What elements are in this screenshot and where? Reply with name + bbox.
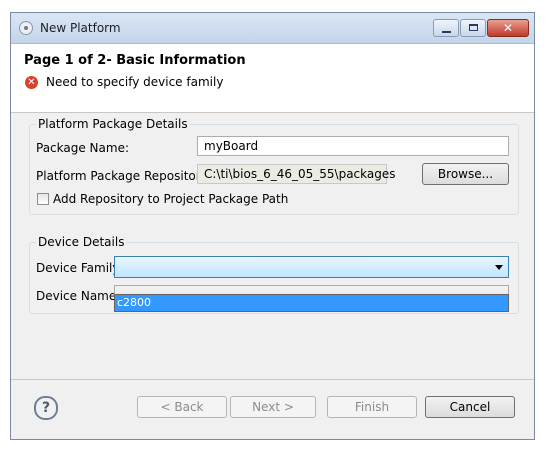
footer-divider	[11, 379, 534, 380]
close-icon: ✕	[502, 21, 514, 35]
group-label: Platform Package Details	[36, 117, 190, 131]
dropdown-option[interactable]: c2800	[115, 295, 508, 311]
next-button[interactable]: Next >	[230, 396, 316, 418]
device-family-label: Device Family	[36, 261, 120, 275]
platform-icon	[19, 21, 33, 35]
new-platform-dialog: New Platform ✕ Page 1 of 2- Basic Inform…	[10, 12, 535, 440]
repository-label: Platform Package Repository:	[36, 169, 211, 183]
page-title: Page 1 of 2- Basic Information	[24, 53, 246, 68]
device-name-label: Device Name	[36, 289, 117, 303]
browse-button[interactable]: Browse...	[422, 163, 509, 185]
repository-field: C:\ti\bios_6_46_05_55\packages	[197, 164, 396, 184]
help-icon[interactable]: ?	[34, 396, 58, 420]
package-name-label: Package Name:	[36, 141, 129, 155]
package-name-input[interactable]: myBoard	[197, 136, 509, 156]
add-repository-checkbox[interactable]	[37, 193, 49, 205]
device-family-select[interactable]	[114, 256, 509, 278]
window-title: New Platform	[40, 21, 121, 35]
add-repository-label: Add Repository to Project Package Path	[53, 192, 289, 206]
wizard-header: Page 1 of 2- Basic Information ✕ Need to…	[11, 44, 534, 113]
title-bar[interactable]: New Platform ✕	[11, 13, 534, 44]
cancel-button[interactable]: Cancel	[425, 396, 515, 418]
finish-button[interactable]: Finish	[327, 396, 417, 418]
close-button[interactable]: ✕	[487, 19, 529, 37]
error-icon: ✕	[25, 76, 38, 89]
minimize-icon	[442, 31, 451, 33]
chevron-down-icon	[495, 265, 503, 270]
maximize-icon	[469, 24, 478, 31]
maximize-button[interactable]	[460, 19, 486, 37]
device-family-dropdown: c2800	[114, 294, 509, 312]
error-message: Need to specify device family	[46, 75, 224, 89]
back-button[interactable]: < Back	[137, 396, 227, 418]
group-label: Device Details	[36, 235, 127, 249]
minimize-button[interactable]	[433, 19, 459, 37]
